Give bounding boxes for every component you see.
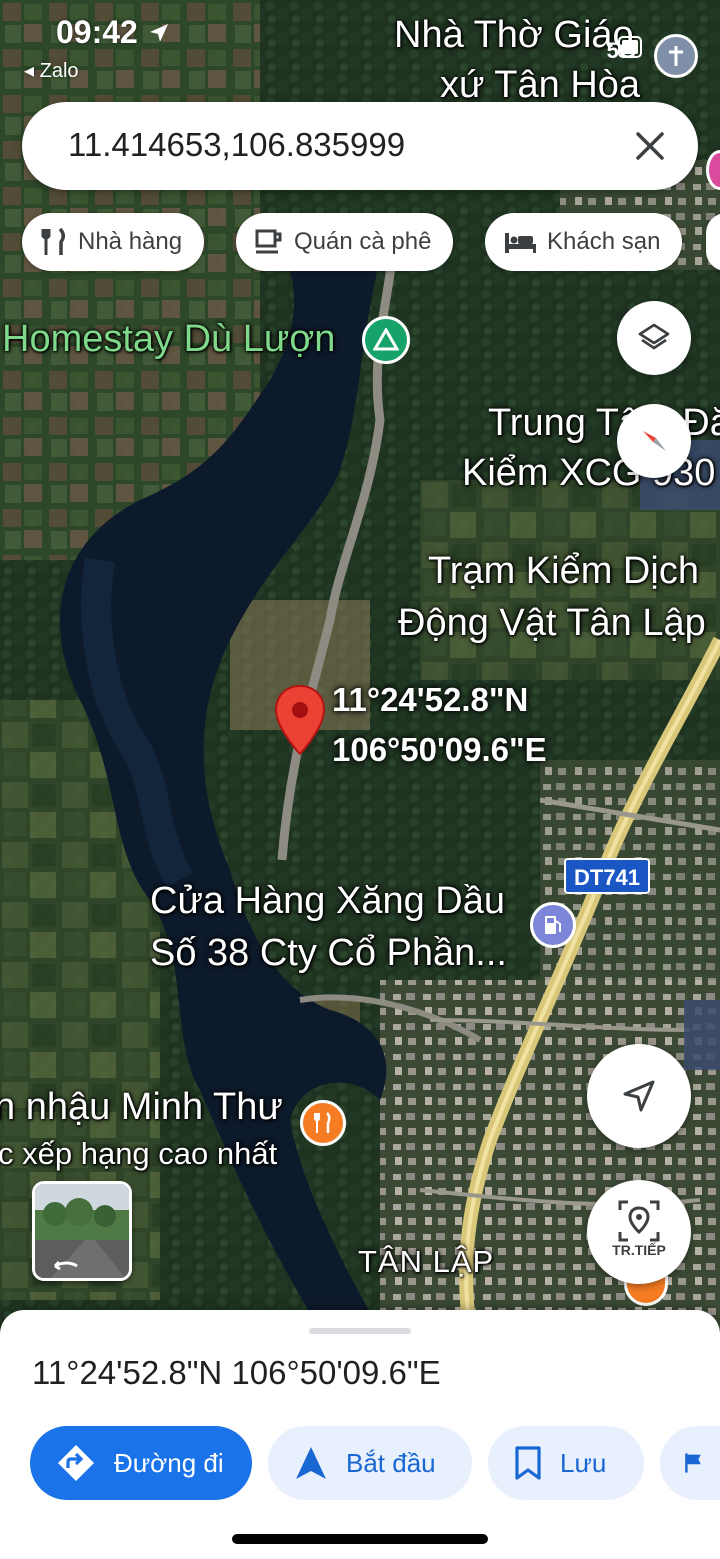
home-indicator xyxy=(232,1534,488,1544)
church-pin-icon[interactable] xyxy=(654,34,698,78)
navigation-arrow-icon xyxy=(296,1447,326,1479)
gas-station-label-line1[interactable]: Cửa Hàng Xăng Dầu xyxy=(150,876,505,926)
restaurant-label-line1[interactable]: n nhậu Minh Thư xyxy=(0,1082,283,1132)
street-view-thumbnail[interactable] xyxy=(32,1181,132,1281)
restaurant-icon xyxy=(41,227,65,255)
sheet-drag-handle[interactable] xyxy=(309,1328,411,1334)
compass-button[interactable] xyxy=(617,404,691,478)
hotel-icon xyxy=(505,233,536,253)
chip-hotels[interactable]: Khách sạn xyxy=(485,213,683,271)
directions-label: Đường đi xyxy=(114,1447,224,1478)
road-shield-dt741: DT741 xyxy=(564,858,651,894)
back-to-app[interactable]: ◂ Zalo xyxy=(24,58,79,83)
location-arrow-icon xyxy=(149,24,168,42)
pin-coordinates-line1: 11°24'52.8"N xyxy=(332,681,529,718)
live-view-label: TR.TIẾP xyxy=(612,1242,666,1258)
flag-icon xyxy=(685,1453,701,1473)
quarantine-label-line1[interactable]: Trạm Kiểm Dịch xyxy=(428,546,699,596)
bookmark-icon xyxy=(515,1446,541,1480)
homestay-label[interactable]: Homestay Dù Lượn xyxy=(2,314,335,364)
my-location-button[interactable] xyxy=(587,1044,691,1148)
live-view-button[interactable]: TR.TIẾP xyxy=(587,1180,691,1284)
chip-restaurants[interactable]: Nhà hàng xyxy=(22,213,205,271)
start-navigation-button[interactable]: Bắt đầu xyxy=(268,1426,472,1500)
dropped-pin-icon[interactable] xyxy=(274,684,326,756)
chip-coffee[interactable]: Quán cà phê xyxy=(236,213,454,271)
directions-button[interactable]: Đường đi xyxy=(30,1426,252,1500)
village-label: TÂN LẬP xyxy=(358,1244,495,1279)
layers-button[interactable] xyxy=(617,301,691,375)
chip-label: Khách sạn xyxy=(547,228,661,255)
quarantine-label-line2[interactable]: Động Vật Tân Lập xyxy=(398,598,706,648)
live-view-icon xyxy=(618,1200,660,1242)
place-sheet[interactable]: 11°24'52.8"N 106°50'09.6"E Đường đi Bắt … xyxy=(0,1310,720,1559)
place-title: 11°24'52.8"N 106°50'09.6"E xyxy=(32,1354,441,1391)
label-button[interactable] xyxy=(660,1426,720,1500)
layers-icon xyxy=(638,323,670,350)
church-label-line1[interactable]: Nhà Thờ Giáo xyxy=(394,10,634,60)
search-bar[interactable]: 11.414653,106.835999 xyxy=(22,102,698,190)
search-query[interactable]: 11.414653,106.835999 xyxy=(68,126,405,164)
street-view-image xyxy=(35,1184,129,1278)
save-label: Lưu xyxy=(560,1447,607,1478)
coffee-icon xyxy=(255,229,282,254)
gas-station-pin-icon[interactable] xyxy=(530,902,576,948)
restaurant-pin-icon[interactable] xyxy=(300,1100,346,1146)
start-label: Bắt đầu xyxy=(346,1447,436,1478)
park-pin-icon[interactable] xyxy=(362,316,410,364)
pin-coordinates-line2: 106°50'09.6"E xyxy=(332,731,547,768)
compass-icon xyxy=(643,431,666,451)
chip-label: Nhà hàng xyxy=(78,228,183,255)
status-time: 09:42 xyxy=(56,14,171,51)
restaurant-label-line2[interactable]: c xếp hạng cao nhất xyxy=(0,1134,277,1174)
clear-search-icon[interactable] xyxy=(630,124,670,168)
directions-icon xyxy=(58,1445,94,1481)
navigation-arrow-outline-icon xyxy=(623,1080,655,1112)
gas-station-label-line2[interactable]: Số 38 Cty Cổ Phần... xyxy=(150,928,507,978)
chip-label: Quán cà phê xyxy=(294,228,432,255)
battery-icon xyxy=(618,36,642,58)
save-button[interactable]: Lưu xyxy=(488,1426,644,1500)
